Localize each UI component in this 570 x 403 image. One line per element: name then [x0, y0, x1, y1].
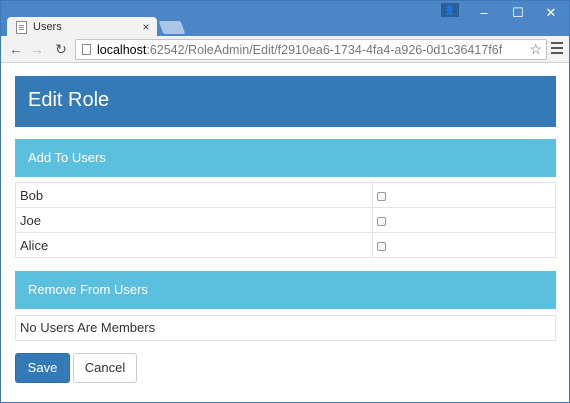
- address-bar[interactable]: localhost:62542/RoleAdmin/Edit/f2910ea6-…: [75, 39, 547, 60]
- forward-arrow-icon[interactable]: →: [28, 40, 46, 58]
- back-arrow-icon[interactable]: ←: [7, 40, 25, 58]
- bookmark-star-icon[interactable]: ☆: [529, 41, 542, 58]
- new-tab-button[interactable]: [158, 21, 186, 34]
- browser-menu-icon[interactable]: [551, 42, 563, 56]
- user-checkbox-cell: [372, 182, 556, 208]
- url-path: :62542/RoleAdmin/Edit/f2910ea6-1734-4fa4…: [146, 42, 503, 57]
- user-checkbox-cell: [372, 232, 556, 258]
- user-name: Bob: [15, 182, 373, 208]
- maximize-button[interactable]: ☐: [501, 1, 535, 25]
- user-checkbox-cell: [372, 207, 556, 233]
- url-host: localhost: [97, 42, 147, 57]
- cancel-button[interactable]: Cancel: [73, 353, 137, 383]
- browser-titlebar: Users × 👤 – ☐ ✕: [1, 1, 569, 37]
- save-button[interactable]: Save: [15, 353, 70, 383]
- minimize-button[interactable]: –: [467, 1, 501, 25]
- add-user-checkbox[interactable]: [377, 191, 386, 201]
- table-row: Bob: [15, 182, 556, 208]
- tab-title: Users: [33, 21, 62, 33]
- add-to-users-heading: Add To Users: [15, 139, 556, 177]
- no-members-message: No Users Are Members: [15, 315, 556, 341]
- add-user-checkbox[interactable]: [377, 241, 386, 251]
- add-users-table: Bob Joe Alice: [15, 182, 556, 258]
- remove-from-users-heading: Remove From Users: [15, 271, 556, 309]
- page-favicon-icon: [16, 20, 27, 34]
- reload-icon[interactable]: ↻: [52, 40, 70, 58]
- close-window-button[interactable]: ✕: [534, 1, 568, 25]
- browser-toolbar: ← → ↻ localhost:62542/RoleAdmin/Edit/f29…: [1, 36, 569, 63]
- page-title: Edit Role: [15, 76, 556, 127]
- table-row: Joe: [15, 207, 556, 233]
- browser-tab[interactable]: Users ×: [7, 17, 157, 37]
- user-profile-icon[interactable]: 👤: [441, 3, 459, 17]
- browser-window: Users × 👤 – ☐ ✕ ← → ↻ localhost:62542/Ro…: [0, 0, 570, 403]
- url-text[interactable]: localhost:62542/RoleAdmin/Edit/f2910ea6-…: [97, 43, 502, 57]
- user-name: Alice: [15, 232, 373, 258]
- tab-close-icon[interactable]: ×: [139, 20, 153, 34]
- add-user-checkbox[interactable]: [377, 216, 386, 226]
- page-icon: [82, 44, 91, 55]
- table-row: Alice: [15, 232, 556, 258]
- user-name: Joe: [15, 207, 373, 233]
